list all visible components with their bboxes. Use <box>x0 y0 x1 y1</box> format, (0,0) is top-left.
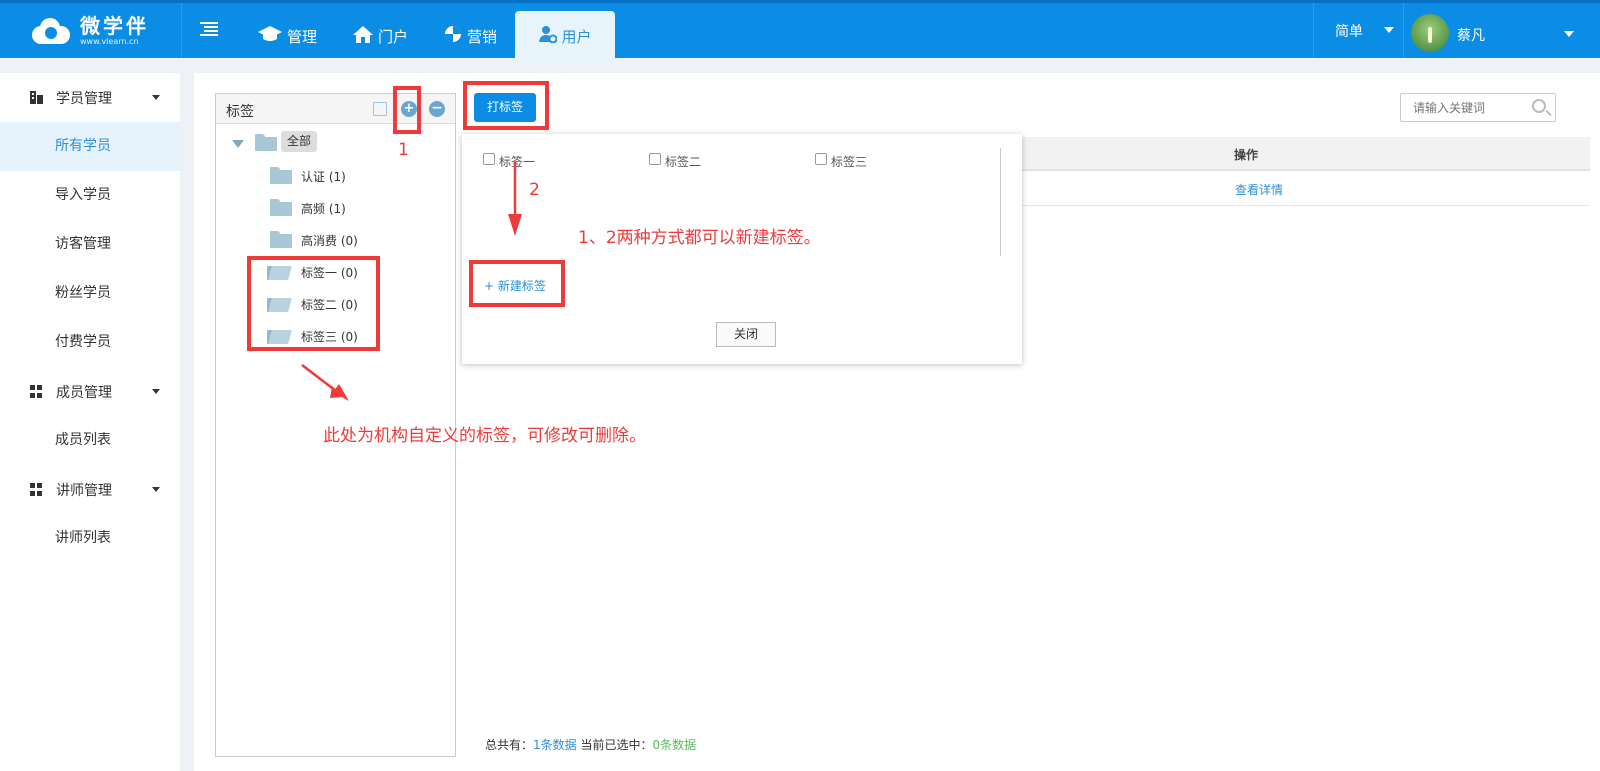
folder-icon <box>270 199 292 216</box>
sidebar: 学员管理 所有学员 导入学员 访客管理 粉丝学员 付费学员 成员管理 成员列表 … <box>0 73 180 771</box>
cloud-logo-icon <box>28 16 74 46</box>
sidebar-item-all-students[interactable]: 所有学员 <box>0 122 180 171</box>
tag-checkbox[interactable] <box>483 153 495 165</box>
logo-subtitle: www.vlearn.cn <box>80 37 139 46</box>
nav-portal[interactable]: 门户 <box>335 11 426 61</box>
logo-title: 微学伴 <box>80 14 149 38</box>
nav-marketing[interactable]: 营销 <box>426 11 515 61</box>
nav-user[interactable]: 用户 <box>515 11 616 61</box>
nav-portal-label: 门户 <box>378 27 409 46</box>
chevron-down-icon[interactable] <box>1384 27 1394 33</box>
selected-count: 0条数据 <box>652 738 697 752</box>
nav-manage[interactable]: 管理 <box>240 11 335 61</box>
tag-node[interactable]: 认证 (1) <box>301 168 346 185</box>
home-icon <box>353 25 374 48</box>
remove-tag-icon[interactable]: − <box>429 101 445 117</box>
chevron-down-icon <box>152 95 160 100</box>
grid-icon <box>30 483 43 496</box>
annotation-number-2: 2 <box>529 180 540 200</box>
annotation-box-tag-button <box>463 81 549 130</box>
top-navbar: 微学伴 www.vlearn.cn 管理 门户 营销 用户 简单 蔡凡 <box>0 0 1600 61</box>
sidebar-item-paid[interactable]: 付费学员 <box>0 318 180 367</box>
total-label: 总共有： <box>485 738 534 752</box>
close-button[interactable]: 关闭 <box>716 322 776 347</box>
chevron-down-icon <box>152 487 160 492</box>
chevron-down-icon <box>152 389 160 394</box>
tag-node[interactable]: 高频 (1) <box>301 200 346 217</box>
tag-option-label: 标签二 <box>665 155 702 169</box>
grid-icon <box>30 385 43 398</box>
tag-panel-title: 标签 <box>226 104 254 120</box>
logo[interactable]: 微学伴 www.vlearn.cn <box>28 11 149 51</box>
divider <box>1403 3 1404 58</box>
annotation-text-methods: 1、2两种方式都可以新建标签。 <box>578 228 821 248</box>
collapse-caret-icon[interactable] <box>232 140 244 148</box>
user-settings-icon <box>538 25 558 48</box>
scrollbar[interactable] <box>1000 148 1001 256</box>
edit-icon[interactable] <box>373 102 387 116</box>
sidebar-group-members[interactable]: 成员管理 <box>0 367 180 416</box>
building-icon <box>30 91 43 104</box>
divider <box>181 3 182 58</box>
tag-node-all[interactable]: 全部 <box>281 131 317 152</box>
selected-label: 当前已选中： <box>576 738 653 752</box>
chevron-down-icon[interactable] <box>1564 31 1574 37</box>
divider <box>1313 3 1314 58</box>
table-header <box>1000 137 1590 171</box>
sidebar-group-students[interactable]: 学员管理 <box>0 73 180 122</box>
nav-manage-label: 管理 <box>287 27 318 46</box>
menu-toggle-icon[interactable] <box>200 21 220 39</box>
marketing-icon <box>444 25 462 48</box>
tag-option-label: 标签三 <box>831 155 868 169</box>
folder-icon <box>270 231 292 248</box>
sidebar-group-label: 学员管理 <box>56 91 112 107</box>
sidebar-item-teacher-list[interactable]: 讲师列表 <box>0 514 180 563</box>
annotation-box-add <box>393 86 421 134</box>
annotation-box-new-tag <box>469 260 565 307</box>
tag-node[interactable]: 高消费 (0) <box>301 232 358 249</box>
username[interactable]: 蔡凡 <box>1457 25 1485 45</box>
main-nav: 管理 门户 营销 用户 <box>240 11 616 61</box>
annotation-text-custom: 此处为机构自定义的标签，可修改可删除。 <box>323 426 646 446</box>
table-header-operation: 操作 <box>1234 148 1259 162</box>
total-count: 1条数据 <box>533 738 577 752</box>
folder-icon <box>255 134 277 151</box>
sidebar-item-member-list[interactable]: 成员列表 <box>0 416 180 465</box>
sidebar-item-visitors[interactable]: 访客管理 <box>0 220 180 269</box>
tag-checkbox[interactable] <box>815 153 827 165</box>
selection-summary: 总共有：1条数据 当前已选中：0条数据 <box>485 736 696 753</box>
folder-icon <box>270 167 292 184</box>
nav-marketing-label: 营销 <box>467 27 498 46</box>
table-row <box>1000 205 1590 206</box>
search-box <box>1400 93 1556 122</box>
view-detail-link[interactable]: 查看详情 <box>1235 181 1283 198</box>
avatar[interactable] <box>1411 14 1449 52</box>
sidebar-item-import-students[interactable]: 导入学员 <box>0 171 180 220</box>
tag-checkbox[interactable] <box>649 153 661 165</box>
tag-option-label: 标签一 <box>499 155 536 169</box>
nav-user-label: 用户 <box>561 27 592 46</box>
sidebar-item-fans[interactable]: 粉丝学员 <box>0 269 180 318</box>
sidebar-group-label: 讲师管理 <box>56 483 112 499</box>
search-input[interactable] <box>1413 94 1533 121</box>
sidebar-group-label: 成员管理 <box>56 385 112 401</box>
annotation-box-custom-tags <box>247 256 380 351</box>
annotation-number-1: 1 <box>398 140 409 160</box>
sidebar-group-teachers[interactable]: 讲师管理 <box>0 465 180 514</box>
mode-select[interactable]: 简单 <box>1335 21 1363 41</box>
graduation-cap-icon <box>258 25 282 48</box>
search-icon[interactable] <box>1532 99 1546 113</box>
